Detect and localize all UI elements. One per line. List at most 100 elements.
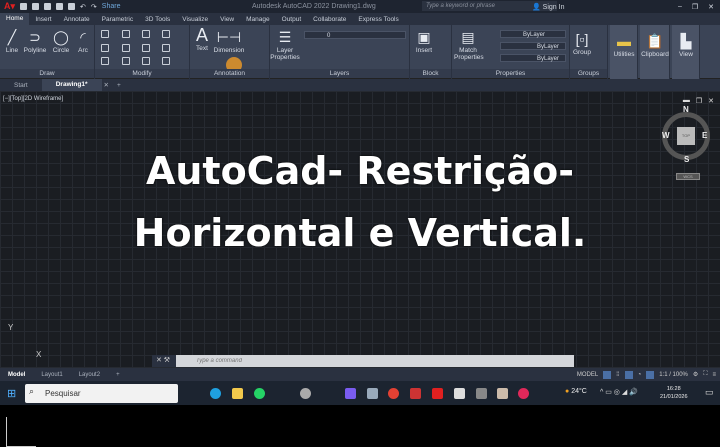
tab-view[interactable]: View <box>214 16 240 23</box>
view-button[interactable]: ▙ View <box>672 25 700 79</box>
minecraft-icon[interactable] <box>497 388 508 399</box>
grid-icon[interactable] <box>603 370 612 379</box>
save-icon[interactable] <box>44 3 52 10</box>
autocad-taskbar-icon[interactable] <box>432 388 443 399</box>
layers-panel-label[interactable]: Layers <box>270 69 409 78</box>
chrome-icon[interactable] <box>388 388 399 399</box>
gear-icon[interactable]: ⚙ <box>693 371 698 378</box>
clipboard-button[interactable]: 📋 Clipboard <box>640 25 670 79</box>
viewport-controls[interactable]: [−][Top][2D Wireframe] <box>3 96 63 102</box>
insert-tool[interactable]: ▣ Insert <box>412 29 436 54</box>
copy-icon[interactable] <box>122 44 130 52</box>
app2-icon[interactable] <box>367 388 378 399</box>
move-icon[interactable] <box>122 30 130 38</box>
app4-icon[interactable] <box>454 388 465 399</box>
snap-icon[interactable]: ⁞⁞ <box>616 372 619 378</box>
tab-annotate[interactable]: Annotate <box>58 16 96 23</box>
share-button[interactable]: Share <box>102 3 121 10</box>
open-icon[interactable] <box>32 3 40 10</box>
plot-icon[interactable] <box>68 3 76 10</box>
undo-icon[interactable]: ↶ <box>80 3 86 11</box>
match-properties-tool[interactable]: ▤ Match Properties <box>454 29 484 61</box>
modify-panel-label[interactable]: Modify <box>95 69 189 78</box>
close-tab-icon[interactable]: ✕ <box>102 81 111 89</box>
arc-tool[interactable]: ◜ Arc <box>74 29 92 54</box>
compass-west[interactable]: W <box>662 131 670 140</box>
new-icon[interactable] <box>20 3 28 10</box>
rectangle-icon[interactable] <box>101 30 109 38</box>
block-panel-label[interactable]: Block <box>410 69 451 78</box>
color-dropdown[interactable]: ByLayer <box>500 30 566 38</box>
layer-dropdown[interactable]: 0 <box>304 31 406 39</box>
polar-icon[interactable]: ◔ <box>638 372 642 378</box>
viewport-close-icon[interactable]: ✕ <box>708 97 714 105</box>
dimension-tool[interactable]: ⊢⊣ Dimension <box>212 29 246 54</box>
osnap-icon[interactable] <box>646 370 655 379</box>
tab-manage[interactable]: Manage <box>240 16 276 23</box>
compass-south[interactable]: S <box>684 155 689 164</box>
tab-collaborate[interactable]: Collaborate <box>307 16 352 23</box>
annotation-scale[interactable]: 1:1 / 100% <box>659 372 688 378</box>
tab-home[interactable]: Home <box>0 13 30 25</box>
tab-parametric[interactable]: Parametric <box>96 16 139 23</box>
fillet-icon[interactable] <box>162 44 170 52</box>
layer-properties-tool[interactable]: ☰ Layer Properties <box>270 29 300 61</box>
table-icon[interactable] <box>101 57 109 65</box>
weather-widget[interactable]: ● 24°C <box>565 388 587 395</box>
tab-visualize[interactable]: Visualize <box>176 16 214 23</box>
restore-icon[interactable]: ❐ <box>692 3 698 11</box>
save-as-icon[interactable] <box>56 3 64 10</box>
line-tool[interactable]: ╱ Line <box>3 29 21 54</box>
properties-panel-label[interactable]: Properties <box>452 69 569 78</box>
tab-insert[interactable]: Insert <box>29 16 57 23</box>
rotate-icon[interactable] <box>142 30 150 38</box>
groups-panel-label[interactable]: Groups <box>570 69 607 78</box>
tab-start[interactable]: Start <box>0 82 42 89</box>
recorder-icon[interactable] <box>518 388 529 399</box>
tab-output[interactable]: Output <box>276 16 308 23</box>
add-layout-icon[interactable]: + <box>108 372 128 378</box>
draw-panel-label[interactable]: Draw <box>0 69 94 78</box>
sign-in-button[interactable]: 👤 Sign In <box>532 3 564 11</box>
stretch-icon[interactable] <box>122 57 130 65</box>
notifications-icon[interactable]: ▭ <box>705 387 714 398</box>
array-icon[interactable] <box>162 57 170 65</box>
tab-express-tools[interactable]: Express Tools <box>352 16 404 23</box>
scale-icon[interactable] <box>142 57 150 65</box>
viewport-minimize-icon[interactable]: ▬ <box>683 97 690 105</box>
mirror-icon[interactable] <box>142 44 150 52</box>
edge-icon[interactable] <box>210 388 221 399</box>
app5-icon[interactable] <box>476 388 487 399</box>
drawing-viewport[interactable]: [−][Top][2D Wireframe] ▬ ❐ ✕ AutoCad- Rest… <box>0 91 720 447</box>
tab-layout1[interactable]: Layout1 <box>33 372 70 378</box>
menu-icon[interactable]: ≡ <box>712 372 716 378</box>
tab-3d-tools[interactable]: 3D Tools <box>139 16 176 23</box>
linetype-dropdown[interactable]: ByLayer <box>500 42 566 50</box>
text-tool[interactable]: A Text <box>193 26 211 52</box>
compass-east[interactable]: E <box>702 131 707 140</box>
file-explorer-icon[interactable] <box>232 388 243 399</box>
redo-icon[interactable]: ↷ <box>91 3 97 11</box>
clock[interactable]: 16:28 21/01/2026 <box>660 385 688 401</box>
command-line-buttons[interactable]: ✕ ⚒ <box>152 355 176 367</box>
polyline-tool[interactable]: ⊃ Polyline <box>22 29 48 54</box>
command-input[interactable] <box>176 355 574 367</box>
app3-icon[interactable] <box>410 388 421 399</box>
windows-start-icon[interactable]: ⊞ <box>7 387 16 400</box>
hatch-icon[interactable] <box>101 44 109 52</box>
system-tray-icons[interactable]: ^ ▭ ◎ ◢ 🔊 <box>600 388 638 396</box>
fullscreen-icon[interactable]: ⛶ <box>703 371 707 378</box>
app-icon[interactable] <box>300 388 311 399</box>
lineweight-dropdown[interactable]: ByLayer <box>500 54 566 62</box>
wcs-dropdown[interactable]: WCS <box>676 173 700 180</box>
trim-icon[interactable] <box>162 30 170 38</box>
tab-drawing1[interactable]: Drawing1* <box>41 79 102 91</box>
compass-north[interactable]: N <box>683 105 689 114</box>
circle-tool[interactable]: ◯ Circle <box>50 29 72 54</box>
group-tool[interactable]: [▫] Group <box>571 31 593 56</box>
ortho-icon[interactable] <box>624 370 633 379</box>
model-space-button[interactable]: MODEL <box>577 372 598 378</box>
viewcube-top[interactable]: TOP <box>677 127 695 145</box>
copilot-icon[interactable] <box>345 388 356 399</box>
utilities-button[interactable]: ▬ Utilities <box>610 25 638 79</box>
